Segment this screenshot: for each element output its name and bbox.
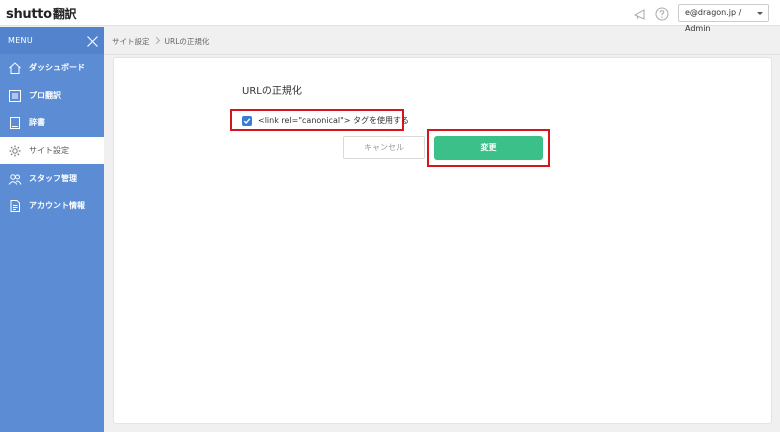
canonical-checkbox-label[interactable]: <link rel="canonical"> タグを使用する <box>258 115 409 126</box>
breadcrumb-link-site-settings[interactable]: サイト設定 <box>112 37 150 46</box>
sidebar-item-label: アカウント情報 <box>29 201 85 210</box>
sidebar-item-account[interactable]: アカウント情報 <box>0 192 104 219</box>
close-icon[interactable] <box>86 33 99 47</box>
logo-suffix: 翻訳 <box>52 7 77 21</box>
app-logo[interactable]: shutto翻訳 <box>6 5 77 22</box>
user-account-dropdown[interactable]: e@dragon.jp / Admin <box>678 4 769 33</box>
cancel-button[interactable]: キャンセル <box>343 136 425 159</box>
canonical-checkbox[interactable] <box>242 116 252 126</box>
logo-text: shutto <box>6 7 52 22</box>
document-icon <box>8 198 22 212</box>
change-button[interactable]: 変更 <box>434 136 543 160</box>
sidebar: MENU ダッシュボード プロ翻訳 辞書 サイト設定 スタッフ管理 アカウント情… <box>0 27 104 432</box>
home-icon <box>8 60 22 74</box>
sidebar-item-label: 辞書 <box>29 118 45 127</box>
sidebar-item-staff[interactable]: スタッフ管理 <box>0 165 104 192</box>
sidebar-item-dashboard[interactable]: ダッシュボード <box>0 54 104 81</box>
sidebar-item-label: ダッシュボード <box>29 63 85 72</box>
help-icon[interactable] <box>655 6 669 21</box>
gear-icon <box>8 143 22 157</box>
chevron-down-icon <box>757 12 763 15</box>
divider <box>104 54 780 55</box>
staff-icon <box>8 171 22 185</box>
grid-icon <box>8 88 22 102</box>
content-panel <box>113 57 772 424</box>
menu-label: MENU <box>8 36 33 45</box>
breadcrumb: サイト設定 URLの正規化 <box>112 36 209 47</box>
megaphone-icon[interactable] <box>633 6 647 20</box>
section-title: URLの正規化 <box>242 86 302 97</box>
breadcrumb-current: URLの正規化 <box>164 37 210 46</box>
book-icon <box>8 115 22 129</box>
sidebar-item-dictionary[interactable]: 辞書 <box>0 109 104 136</box>
sidebar-item-site-settings[interactable]: サイト設定 <box>0 137 104 164</box>
chevron-right-icon <box>152 36 160 45</box>
sidebar-item-label: サイト設定 <box>29 146 69 155</box>
sidebar-item-label: スタッフ管理 <box>29 174 77 183</box>
menu-header: MENU <box>0 27 104 54</box>
sidebar-item-label: プロ翻訳 <box>29 91 61 100</box>
sidebar-item-pro-translation[interactable]: プロ翻訳 <box>0 82 104 109</box>
top-bar: shutto翻訳 e@dragon.jp / Admin <box>0 0 780 33</box>
user-label: e@dragon.jp / Admin <box>685 8 742 33</box>
